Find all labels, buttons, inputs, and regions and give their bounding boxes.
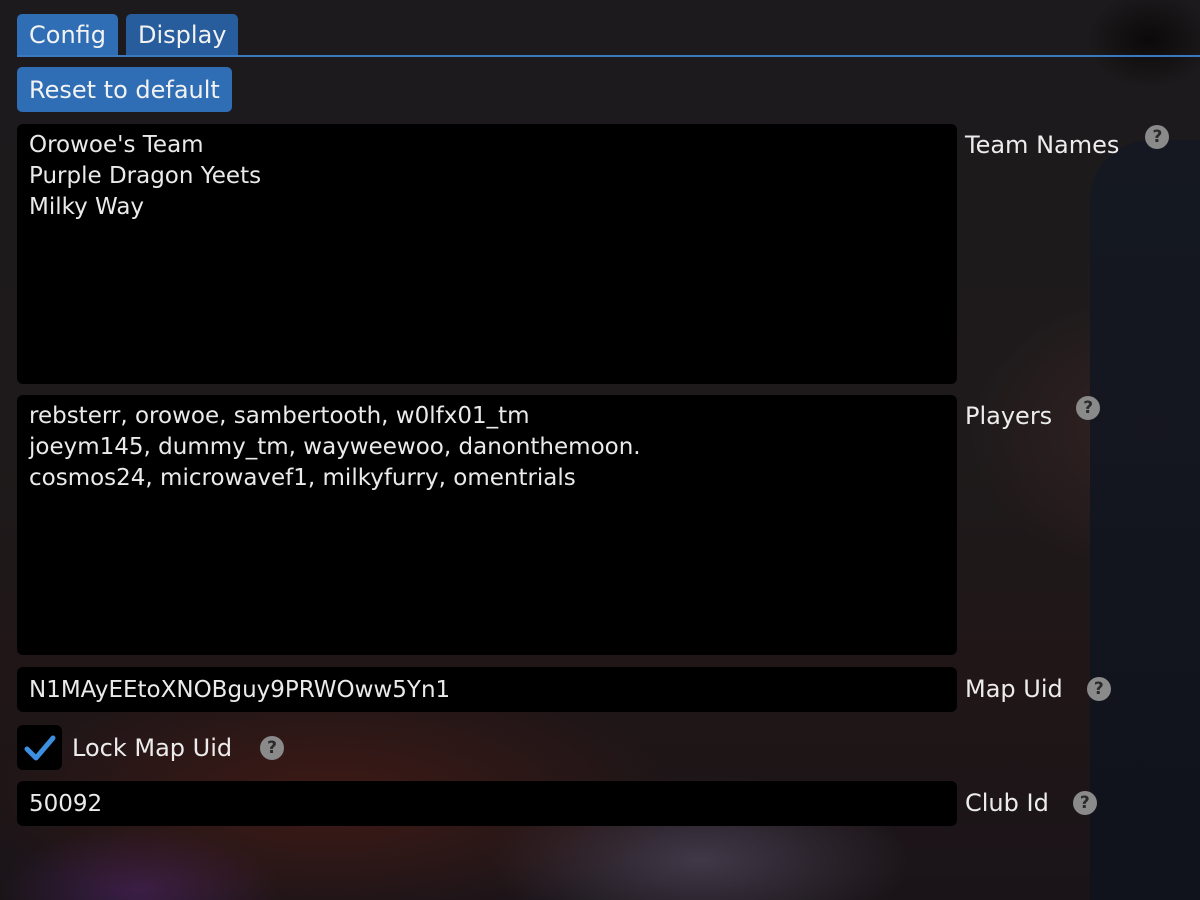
tab-display[interactable]: Display — [126, 14, 239, 55]
players-label: Players — [965, 402, 1053, 430]
club-id-label-row: Club Id ? — [965, 789, 1097, 817]
map-uid-input[interactable] — [17, 667, 957, 712]
team-names-label: Team Names — [965, 131, 1120, 159]
question-circle-icon[interactable]: ? — [1072, 791, 1097, 815]
question-circle-icon[interactable]: ? — [1086, 677, 1111, 701]
players-textarea[interactable] — [17, 395, 957, 655]
lock-map-uid-row: Lock Map Uid ? — [17, 725, 285, 770]
checkmark-icon — [24, 735, 55, 760]
team-names-label-row: Team Names ? — [965, 125, 1170, 159]
club-id-input[interactable] — [17, 781, 957, 826]
team-names-textarea[interactable] — [17, 124, 957, 384]
question-circle-icon[interactable]: ? — [260, 735, 285, 760]
reset-to-default-button[interactable]: Reset to default — [17, 67, 232, 112]
club-id-label: Club Id — [965, 789, 1049, 817]
question-circle-icon[interactable]: ? — [1076, 396, 1101, 420]
tab-bar: Config Display — [17, 12, 1200, 57]
background-driver-figure — [1090, 140, 1200, 900]
lock-map-uid-checkbox[interactable] — [17, 725, 62, 770]
lock-map-uid-label: Lock Map Uid — [72, 733, 233, 762]
map-uid-label-row: Map Uid ? — [965, 675, 1111, 703]
tab-config[interactable]: Config — [17, 14, 119, 55]
map-uid-label: Map Uid — [965, 675, 1063, 703]
question-circle-icon[interactable]: ? — [1145, 125, 1170, 149]
players-label-row: Players ? — [965, 396, 1101, 430]
